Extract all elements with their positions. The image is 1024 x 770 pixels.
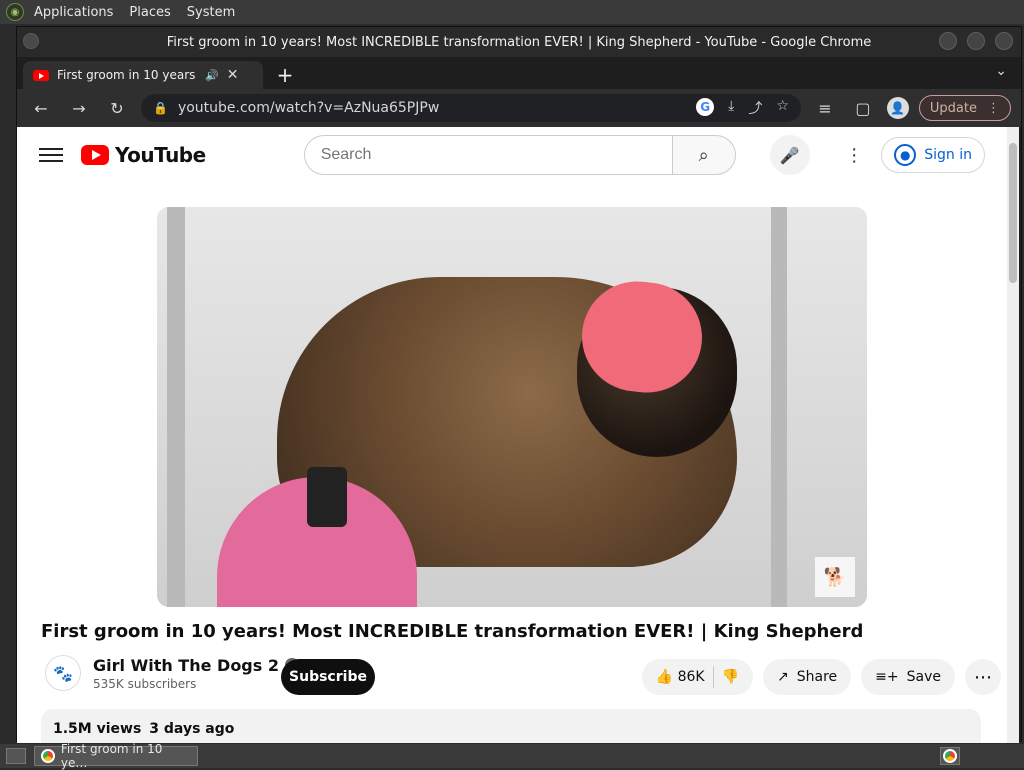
menu-applications[interactable]: Applications bbox=[34, 5, 113, 20]
channel-row: 🐾 Girl With The Dogs 2 ✓ 535K subscriber… bbox=[45, 655, 299, 691]
taskbar: First groom in 10 ye… bbox=[0, 742, 1024, 770]
system-top-bar: ◉ Applications Places System bbox=[0, 0, 1024, 24]
user-circle-icon: ● bbox=[894, 144, 917, 166]
system-menu: Applications Places System bbox=[34, 5, 235, 20]
tab-close-icon[interactable]: ✕ bbox=[227, 67, 239, 83]
thumbs-down-icon: 👎 bbox=[721, 669, 740, 685]
video-title: First groom in 10 years! Most INCREDIBLE… bbox=[41, 621, 864, 642]
grooming-frame-left bbox=[167, 207, 185, 607]
share-label: Share bbox=[796, 669, 838, 685]
chrome-window: First groom in 10 years! Most INCREDIBLE… bbox=[16, 26, 1022, 743]
window-menu-icon[interactable] bbox=[23, 33, 39, 49]
search-button[interactable]: ⌕ bbox=[671, 135, 736, 175]
lock-icon[interactable]: 🔒 bbox=[153, 101, 168, 115]
subscriber-count: 535K subscribers bbox=[93, 676, 197, 691]
share-icon[interactable]: ⤴ bbox=[748, 98, 762, 118]
address-bar[interactable]: 🔒 youtube.com/watch?v=AzNua65PJPw G ⤓ ⤴ … bbox=[141, 94, 801, 122]
grooming-frame-right bbox=[771, 207, 787, 607]
like-count: 86K bbox=[677, 669, 705, 685]
chrome-icon bbox=[41, 749, 55, 763]
youtube-page: YouTube ⌕ 🎤 ⋮ ● Sign in bbox=[17, 127, 1007, 743]
playlist-add-icon: ≡+ bbox=[875, 669, 899, 685]
settings-more-icon[interactable]: ⋮ bbox=[845, 145, 863, 166]
camera bbox=[307, 467, 347, 527]
workspace-switcher-icon[interactable] bbox=[940, 747, 960, 765]
sign-in-label: Sign in bbox=[924, 147, 972, 163]
menu-system[interactable]: System bbox=[187, 5, 235, 20]
tab-title: First groom in 10 years! Mo bbox=[57, 68, 197, 82]
search-input[interactable] bbox=[303, 135, 672, 175]
more-actions-button[interactable]: ⋯ bbox=[965, 659, 1001, 695]
taskbar-chrome-task[interactable]: First groom in 10 ye… bbox=[34, 742, 198, 770]
taskbar-task-label: First groom in 10 ye… bbox=[60, 742, 163, 770]
search-bar: ⌕ bbox=[303, 135, 736, 175]
close-window-icon[interactable] bbox=[995, 32, 1013, 50]
page-scrollbar[interactable] bbox=[1007, 127, 1019, 743]
bookmark-star-icon[interactable]: ☆ bbox=[776, 98, 789, 118]
microphone-icon: 🎤 bbox=[779, 145, 800, 165]
share-arrow-icon: ↗ bbox=[777, 669, 789, 685]
google-lens-icon[interactable]: G bbox=[696, 98, 715, 116]
channel-info: Girl With The Dogs 2 ✓ 535K subscribers bbox=[93, 656, 299, 691]
chevron-down-icon[interactable]: ⌄ bbox=[995, 63, 1007, 79]
channel-name-text[interactable]: Girl With The Dogs 2 bbox=[93, 656, 279, 675]
update-label: Update bbox=[929, 100, 977, 116]
youtube-favicon-icon bbox=[33, 69, 49, 81]
distro-logo-icon[interactable]: ◉ bbox=[6, 3, 24, 21]
channel-name[interactable]: Girl With The Dogs 2 ✓ bbox=[93, 656, 299, 675]
window-titlebar[interactable]: First groom in 10 years! Most INCREDIBLE… bbox=[17, 27, 1021, 57]
view-count: 1.5M views bbox=[53, 721, 142, 737]
reload-button[interactable]: ↻ bbox=[103, 94, 131, 122]
like-button[interactable]: 👍 86K bbox=[656, 669, 705, 685]
chrome-tray-icon bbox=[943, 749, 957, 763]
youtube-header: YouTube ⌕ 🎤 ⋮ ● Sign in bbox=[17, 127, 1007, 183]
save-label: Save bbox=[906, 669, 941, 685]
description-box[interactable]: 1.5M views 3 days ago bbox=[41, 709, 981, 743]
video-actions: 👍 86K 👎 ↗ Share ≡+ Save ⋯ bbox=[641, 659, 1001, 695]
video-player[interactable]: 🐕 bbox=[157, 207, 867, 607]
kebab-icon: ⋮ bbox=[987, 100, 1000, 116]
more-horizontal-icon: ⋯ bbox=[974, 666, 992, 688]
maximize-icon[interactable] bbox=[967, 32, 985, 50]
side-panel-icon[interactable]: ▢ bbox=[849, 94, 877, 122]
channel-watermark-icon[interactable]: 🐕 bbox=[815, 557, 855, 597]
speaker-icon[interactable]: 🔊 bbox=[205, 69, 219, 82]
media-controls-icon[interactable]: ≡ bbox=[811, 94, 839, 122]
minimize-icon[interactable] bbox=[939, 32, 957, 50]
update-button[interactable]: Update ⋮ bbox=[918, 95, 1011, 121]
save-button[interactable]: ≡+ Save bbox=[861, 659, 955, 695]
window-controls bbox=[939, 32, 1013, 50]
channel-avatar[interactable]: 🐾 bbox=[45, 655, 81, 691]
voice-search-button[interactable]: 🎤 bbox=[769, 135, 810, 175]
scrollbar-thumb[interactable] bbox=[1009, 143, 1017, 283]
menu-places[interactable]: Places bbox=[129, 5, 170, 20]
install-icon[interactable]: ⤓ bbox=[728, 98, 734, 118]
forward-button[interactable]: → bbox=[65, 94, 93, 122]
tab-strip: First groom in 10 years! Mo 🔊 ✕ + ⌄ bbox=[17, 57, 1021, 89]
new-tab-button[interactable]: + bbox=[271, 61, 299, 89]
upload-date: 3 days ago bbox=[149, 721, 235, 737]
youtube-wordmark: YouTube bbox=[115, 143, 206, 167]
address-text[interactable]: youtube.com/watch?v=AzNua65PJPw bbox=[178, 100, 439, 116]
window-title: First groom in 10 years! Most INCREDIBLE… bbox=[166, 34, 872, 50]
show-desktop-button[interactable] bbox=[6, 748, 26, 764]
omnibox-actions: G ⤓ ⤴ ☆ bbox=[696, 98, 789, 118]
back-button[interactable]: ← bbox=[27, 94, 55, 122]
sign-in-button[interactable]: ● Sign in bbox=[881, 137, 985, 173]
browser-toolbar: ← → ↻ 🔒 youtube.com/watch?v=AzNua65PJPw … bbox=[17, 89, 1021, 127]
menu-icon[interactable] bbox=[39, 148, 63, 162]
youtube-play-logo-icon bbox=[81, 145, 109, 165]
browser-tab[interactable]: First groom in 10 years! Mo 🔊 ✕ bbox=[23, 61, 263, 89]
youtube-logo[interactable]: YouTube bbox=[81, 143, 206, 167]
share-button[interactable]: ↗ Share bbox=[763, 659, 852, 695]
search-icon: ⌕ bbox=[698, 144, 709, 166]
dislike-button[interactable]: 👎 bbox=[722, 669, 739, 685]
thumbs-up-icon: 👍 bbox=[655, 669, 674, 685]
profile-avatar-icon[interactable]: 👤 bbox=[886, 97, 909, 119]
like-divider bbox=[712, 666, 714, 688]
subscribe-button[interactable]: Subscribe bbox=[281, 659, 375, 695]
like-dislike-group: 👍 86K 👎 bbox=[641, 659, 754, 695]
